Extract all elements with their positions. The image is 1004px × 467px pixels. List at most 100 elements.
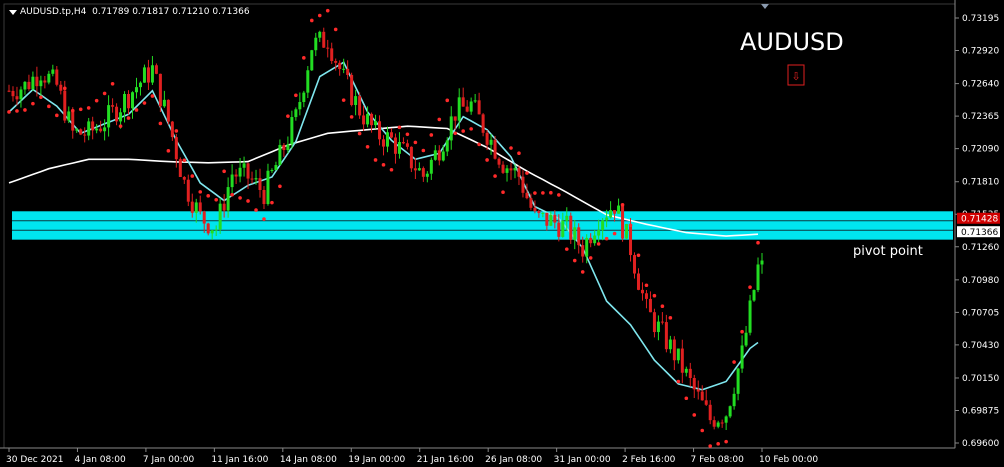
candle-body	[732, 393, 736, 407]
candle-body	[644, 293, 648, 299]
candle-body	[489, 139, 493, 145]
candle-body	[150, 65, 154, 83]
sar-dot	[7, 110, 11, 114]
sar-dot	[357, 131, 362, 136]
candle-body	[266, 170, 270, 205]
candle-body	[306, 70, 310, 93]
symbol-label: AUDUSD.tp,H4	[20, 7, 87, 17]
candle-body	[585, 237, 589, 257]
sar-dot	[325, 8, 330, 13]
alert-arrow-icon: ⇩	[791, 70, 800, 83]
sar-dot	[612, 231, 617, 236]
candle	[481, 113, 485, 137]
sar-dot	[15, 109, 19, 113]
candle	[625, 223, 629, 239]
price-tag: 0.71366	[957, 226, 1000, 238]
sar-dot	[445, 98, 450, 103]
sar-dot	[182, 158, 187, 163]
candle-body	[708, 404, 712, 421]
candle-body	[561, 220, 565, 237]
sar-dot	[557, 193, 561, 197]
sar-dot	[453, 131, 458, 136]
sar-dot	[230, 192, 234, 197]
candle-body	[382, 139, 386, 147]
candle-body	[142, 67, 146, 83]
candle-body	[609, 210, 613, 218]
candle-body	[577, 227, 581, 246]
candle-body	[417, 168, 421, 171]
candle-body	[326, 47, 330, 49]
sar-dot	[190, 174, 195, 178]
sar-dot	[501, 190, 505, 195]
x-tick-label: 7 Feb 08:00	[691, 455, 745, 465]
price-chart[interactable]: 0.73195 0.72920 0.72640 0.72365 0.72090 0.718…	[0, 0, 1004, 467]
candle-body	[752, 290, 756, 301]
candle-body	[617, 205, 621, 214]
candle-body	[330, 48, 334, 61]
candle-body	[278, 144, 282, 166]
candle-body	[521, 176, 525, 193]
candle	[350, 72, 354, 107]
sar-dot	[756, 240, 760, 245]
price-tag-label: 0.71366	[961, 228, 998, 238]
chart-menu-icon[interactable]	[9, 10, 17, 15]
sar-dot	[684, 396, 689, 401]
sar-dot	[286, 114, 290, 118]
candle-body	[250, 178, 254, 180]
candle-body	[501, 164, 505, 173]
sar-dot	[389, 167, 394, 172]
sar-dot	[341, 98, 346, 102]
candle-body	[258, 178, 262, 190]
y-tick-label: 0.72365	[962, 112, 999, 122]
candle-body	[716, 422, 720, 427]
candle-body	[421, 168, 425, 177]
candle	[621, 203, 625, 242]
candle-body	[55, 69, 59, 85]
candle-body	[230, 174, 234, 188]
sar-dot	[405, 132, 410, 137]
sar-dot	[676, 379, 681, 384]
y-tick-label: 0.72920	[962, 47, 999, 57]
candle	[310, 49, 314, 71]
pivot-zone-band	[12, 211, 953, 240]
candle-body	[310, 50, 314, 71]
sar-dot	[365, 144, 370, 149]
candle-body	[449, 116, 453, 141]
candle-body	[465, 106, 469, 112]
candle-body	[740, 345, 744, 369]
sar-dot	[222, 169, 226, 174]
candle-body	[589, 237, 593, 244]
sar-dot	[158, 121, 163, 126]
candle-body	[31, 76, 35, 90]
sar-dot	[628, 223, 633, 228]
candle-body	[83, 134, 87, 136]
sar-dot	[533, 191, 537, 195]
sar-dot	[740, 329, 744, 334]
candle-body	[760, 260, 764, 265]
candle-body	[170, 121, 174, 138]
candle-body	[640, 289, 644, 294]
x-tick-label: 30 Dec 2021	[6, 455, 64, 465]
sar-dot	[278, 184, 282, 189]
chart-title: AUDUSD	[740, 28, 844, 56]
sar-dot	[477, 142, 481, 147]
candle-body	[676, 348, 680, 361]
y-tick-label: 0.72640	[962, 80, 999, 90]
candle-body	[290, 117, 294, 145]
candle-body	[79, 129, 83, 135]
candle-body	[553, 214, 557, 223]
candle-body	[720, 422, 724, 424]
candle-body	[533, 207, 537, 212]
candle-body	[342, 68, 346, 70]
sar-dot	[596, 242, 601, 246]
sar-dot	[461, 129, 465, 133]
x-tick-label: 11 Jan 16:00	[211, 455, 268, 465]
candle-body	[75, 129, 79, 131]
sar-dot	[206, 194, 211, 198]
sar-dot	[23, 108, 27, 112]
candle-body	[286, 144, 290, 151]
candle-body	[374, 121, 378, 126]
candle-body	[409, 146, 413, 169]
sar-dot	[732, 360, 736, 364]
sar-dot	[31, 101, 35, 106]
